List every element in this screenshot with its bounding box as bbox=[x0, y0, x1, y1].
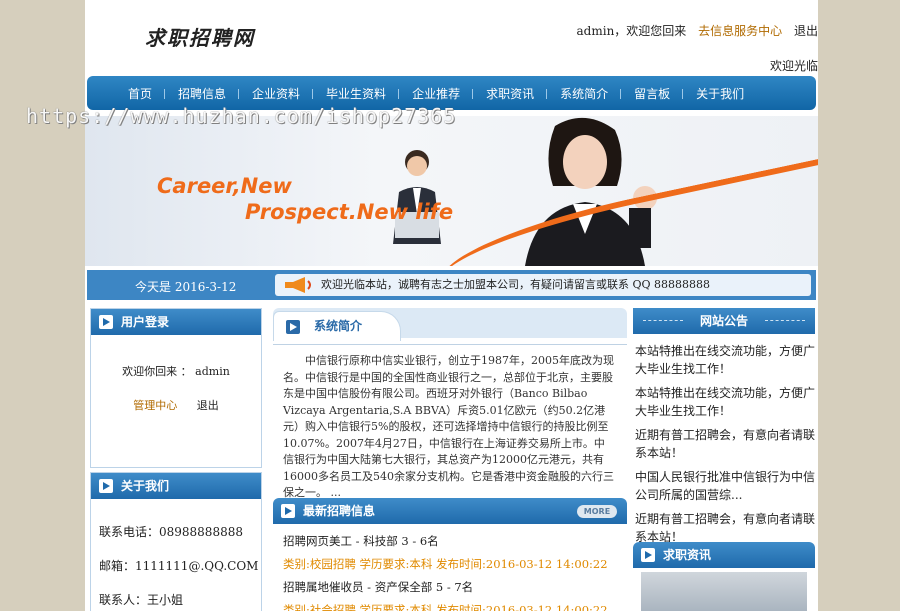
service-center-link[interactable]: 去信息服务中心 bbox=[698, 24, 782, 38]
today-date: 今天是 2016-3-12 bbox=[135, 280, 237, 294]
nav-graduates[interactable]: 毕业生资料 bbox=[312, 85, 399, 102]
divider bbox=[765, 320, 805, 322]
announcement-item[interactable]: 中国人民银行批准中信银行为中信公司所属的国营综... bbox=[635, 468, 815, 504]
nav-companies[interactable]: 企业资料 bbox=[238, 85, 313, 102]
banner-headline-2: Prospect.New life bbox=[245, 200, 454, 224]
login-logout-link[interactable]: 退出 bbox=[197, 399, 219, 412]
info-strip: 今天是 2016-3-12 欢迎光临本站，诚聘有志之士加盟本公司，有疑问请留言或… bbox=[87, 270, 816, 300]
about-box-header: 关于我们 bbox=[91, 473, 261, 499]
intro-text: 中信银行原称中信实业银行，创立于1987年，2005年底改为现名。中信银行是中国… bbox=[273, 344, 627, 502]
divider bbox=[643, 320, 683, 322]
top-user-bar: admin，欢迎您回来 去信息服务中心 退出 bbox=[569, 22, 818, 39]
logout-link[interactable]: 退出 bbox=[794, 24, 818, 38]
intro-tab[interactable]: 系统简介 bbox=[273, 311, 401, 341]
job-title[interactable]: 招聘属地催收员 - 资产保全部 5 - 7名 bbox=[283, 576, 627, 599]
welcome-text: 欢迎光临 bbox=[769, 59, 818, 73]
megaphone-icon bbox=[285, 277, 311, 293]
announcements-header: 网站公告 bbox=[633, 308, 815, 334]
scrolling-notice: 欢迎光临本站，诚聘有志之士加盟本公司，有疑问请留言或联系 QQ 88888888 bbox=[275, 274, 811, 296]
intro-box-header: 系统简介 bbox=[273, 308, 627, 341]
announcements-box: 网站公告 本站特推出在线交流功能，方便广大毕业生找工作！ 本站特推出在线交流功能… bbox=[633, 308, 815, 544]
login-actions: 管理中心 退出 bbox=[91, 397, 261, 413]
notice-text: 欢迎光临本站，诚聘有志之士加盟本公司，有疑问请留言或联系 QQ 88888888 bbox=[321, 278, 711, 291]
latest-jobs-box: 最新招聘信息 MORE 招聘网页美工 - 科技部 3 - 6名 类别:校园招聘 … bbox=[273, 498, 627, 611]
latest-jobs-header: 最新招聘信息 MORE bbox=[273, 498, 627, 524]
job-title[interactable]: 招聘网页美工 - 科技部 3 - 6名 bbox=[283, 530, 627, 553]
announcements-title: 网站公告 bbox=[699, 314, 748, 328]
job-list: 招聘网页美工 - 科技部 3 - 6名 类别:校园招聘 学历要求:本科 发布时间… bbox=[273, 524, 627, 611]
man-figure-illustration bbox=[393, 150, 441, 244]
nav-jobs[interactable]: 招聘信息 bbox=[164, 85, 239, 102]
site-logo[interactable]: 求职招聘网 bbox=[145, 22, 255, 51]
announcement-item[interactable]: 本站特推出在线交流功能，方便广大毕业生找工作！ bbox=[635, 342, 815, 378]
intro-box: 系统简介 中信银行原称中信实业银行，创立于1987年，2005年底改为现名。中信… bbox=[273, 308, 627, 499]
manage-center-link[interactable]: 管理中心 bbox=[133, 399, 177, 412]
nav-guestbook[interactable]: 留言板 bbox=[620, 85, 683, 102]
arrow-right-icon bbox=[99, 315, 113, 329]
arrow-right-icon bbox=[286, 320, 300, 334]
announcement-item[interactable]: 近期有普工招聘会，有意向者请联系本站！ bbox=[635, 426, 815, 462]
nav-home[interactable]: 首页 bbox=[115, 85, 165, 102]
job-meta: 类别:校园招聘 学历要求:本科 发布时间:2016-03-12 14:00:22 bbox=[283, 557, 608, 571]
intro-title: 系统简介 bbox=[314, 319, 363, 333]
banner-headline-1: Career,New bbox=[157, 174, 292, 198]
login-greeting: 欢迎你回来 ： admin bbox=[122, 365, 230, 378]
contact-email: 邮箱：1111111@.QQ.COM bbox=[99, 559, 259, 573]
user-greeting: admin，欢迎您回来 bbox=[576, 24, 687, 38]
arrow-right-icon bbox=[641, 548, 655, 562]
contact-person: 联系人：王小姐 bbox=[99, 593, 184, 607]
latest-jobs-title: 最新招聘信息 bbox=[303, 504, 376, 518]
nav-recommended[interactable]: 企业推荐 bbox=[398, 85, 473, 102]
announcement-list: 本站特推出在线交流功能，方便广大毕业生找工作！ 本站特推出在线交流功能，方便广大… bbox=[633, 334, 815, 546]
hero-banner: Career,New Prospect.New life bbox=[85, 116, 818, 266]
page: 求职招聘网 admin，欢迎您回来 去信息服务中心 退出 欢迎光临 首页 招聘信… bbox=[85, 0, 818, 611]
more-button[interactable]: MORE bbox=[577, 505, 617, 518]
job-news-title: 求职资讯 bbox=[663, 548, 712, 562]
job-news-box: 求职资讯 bbox=[633, 542, 815, 611]
about-box: 关于我们 联系电话：08988888888 邮箱：1111111@.QQ.COM… bbox=[90, 472, 262, 611]
about-box-title: 关于我们 bbox=[121, 479, 170, 493]
login-body: 欢迎你回来 ： admin 管理中心 退出 bbox=[91, 335, 261, 413]
watermark-text: https://www.huzhan.com/ishop27365 bbox=[26, 104, 457, 128]
nav-about-system[interactable]: 系统简介 bbox=[546, 85, 621, 102]
login-box-title: 用户登录 bbox=[121, 315, 170, 329]
job-news-header: 求职资讯 bbox=[633, 542, 815, 568]
arrow-right-icon bbox=[99, 479, 113, 493]
announcement-item[interactable]: 本站特推出在线交流功能，方便广大毕业生找工作！ bbox=[635, 384, 815, 420]
job-meta: 类别:社会招聘 学历要求:本科 发布时间:2016-03-12 14:00:22 bbox=[283, 603, 608, 611]
header: 求职招聘网 admin，欢迎您回来 去信息服务中心 退出 欢迎光临 bbox=[85, 0, 818, 73]
contact-phone: 联系电话：08988888888 bbox=[99, 525, 243, 539]
contact-info: 联系电话：08988888888 邮箱：1111111@.QQ.COM 联系人：… bbox=[91, 499, 261, 611]
job-news-photo[interactable] bbox=[641, 572, 807, 611]
nav-about-us[interactable]: 关于我们 bbox=[682, 85, 757, 102]
announcement-item[interactable]: 近期有普工招聘会，有意向者请联系本站！ bbox=[635, 510, 815, 546]
nav-job-news[interactable]: 求职资讯 bbox=[472, 85, 547, 102]
login-box-header: 用户登录 bbox=[91, 309, 261, 335]
arrow-right-icon bbox=[281, 504, 295, 518]
login-box: 用户登录 欢迎你回来 ： admin 管理中心 退出 bbox=[90, 308, 262, 468]
